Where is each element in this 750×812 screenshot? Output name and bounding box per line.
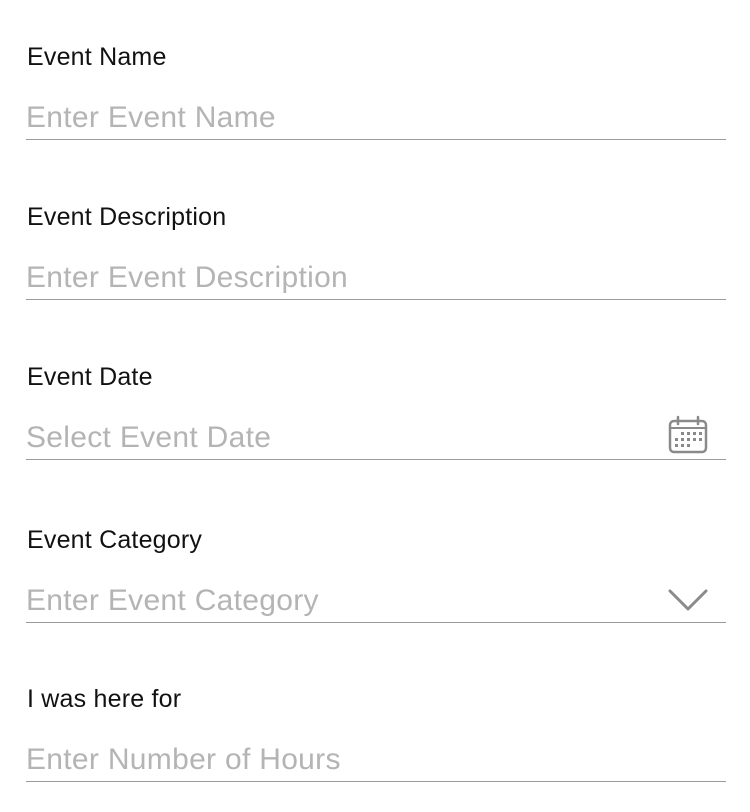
event-date-field: Event Date Select Event Date — [26, 362, 726, 482]
event-description-field: Event Description Enter Event Descriptio… — [26, 202, 726, 322]
hours-placeholder: Enter Number of Hours — [26, 743, 341, 776]
event-category-placeholder: Enter Event Category — [26, 584, 319, 617]
hours-label: I was here for — [27, 685, 182, 713]
event-category-select[interactable]: Enter Event Category — [26, 576, 726, 623]
chevron-down-icon[interactable] — [666, 578, 710, 622]
hours-input[interactable]: Enter Number of Hours — [26, 735, 726, 782]
event-name-placeholder: Enter Event Name — [26, 101, 276, 134]
event-form: Event Name Enter Event Name Event Descri… — [0, 0, 750, 812]
event-category-field: Event Category Enter Event Category — [26, 525, 726, 645]
event-name-label: Event Name — [27, 43, 167, 71]
event-description-placeholder: Enter Event Description — [26, 261, 349, 294]
event-name-input[interactable]: Enter Event Name — [26, 93, 726, 140]
event-description-input[interactable]: Enter Event Description — [26, 253, 726, 300]
event-date-input[interactable]: Select Event Date — [26, 413, 726, 460]
event-category-label: Event Category — [27, 526, 203, 554]
hours-field: I was here for Enter Number of Hours — [26, 684, 726, 804]
event-date-placeholder: Select Event Date — [26, 421, 272, 454]
event-date-label: Event Date — [27, 363, 153, 391]
event-description-label: Event Description — [27, 203, 227, 231]
calendar-icon[interactable] — [666, 413, 710, 457]
event-name-field: Event Name Enter Event Name — [26, 42, 726, 162]
